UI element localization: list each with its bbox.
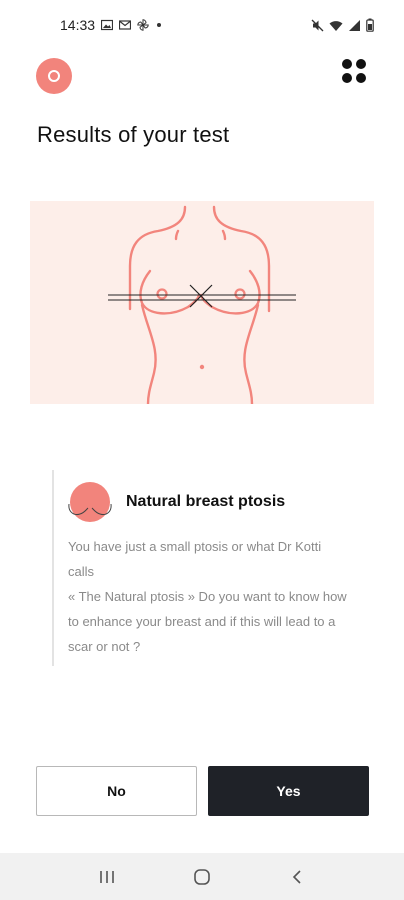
recents-icon[interactable]: [87, 857, 127, 897]
menu-dot: [356, 59, 366, 69]
dot-icon: [155, 19, 167, 31]
torso-illustration-icon: [108, 205, 296, 406]
grid-menu-icon[interactable]: [342, 59, 366, 83]
battery-icon: [366, 18, 374, 32]
menu-dot: [356, 73, 366, 83]
result-description-line: « The Natural ptosis » Do you want to kn…: [68, 589, 347, 604]
yes-button[interactable]: Yes: [208, 766, 369, 816]
result-heading: Natural breast ptosis: [126, 493, 286, 510]
result-description-line: You have just a small ptosis or what Dr …: [68, 539, 322, 554]
breast-ptosis-icon: [66, 482, 114, 522]
no-button[interactable]: No: [36, 766, 197, 816]
logo-inner-ring: [48, 70, 60, 82]
mute-icon: [311, 19, 324, 32]
menu-dot: [342, 73, 352, 83]
result-description-line: to enhance your breast and if this will …: [68, 614, 336, 629]
gallery-icon: [101, 19, 114, 31]
result-description: You have just a small ptosis or what Dr …: [68, 534, 378, 659]
result-description-line: scar or not ?: [68, 639, 141, 654]
mail-icon: [119, 19, 132, 31]
page-title: Results of your test: [37, 122, 230, 147]
logo-icon[interactable]: [36, 58, 72, 94]
torso-illustration: [30, 201, 374, 406]
result-card-header: Natural breast ptosis: [66, 482, 285, 522]
wifi-icon: [329, 19, 343, 32]
menu-dot: [342, 59, 352, 69]
status-left: 14:33: [60, 17, 167, 33]
result-description-line: calls: [68, 564, 95, 579]
system-nav-bar: [0, 853, 404, 900]
pinwheel-icon: [137, 19, 149, 31]
app-header: [0, 55, 404, 100]
status-bar: 14:33: [0, 0, 404, 50]
back-icon[interactable]: [277, 857, 317, 897]
result-card: Natural breast ptosis You have just a sm…: [52, 470, 382, 666]
status-time: 14:33: [60, 17, 96, 33]
home-icon[interactable]: [182, 857, 222, 897]
signal-icon: [348, 19, 361, 32]
status-right: [311, 18, 374, 32]
